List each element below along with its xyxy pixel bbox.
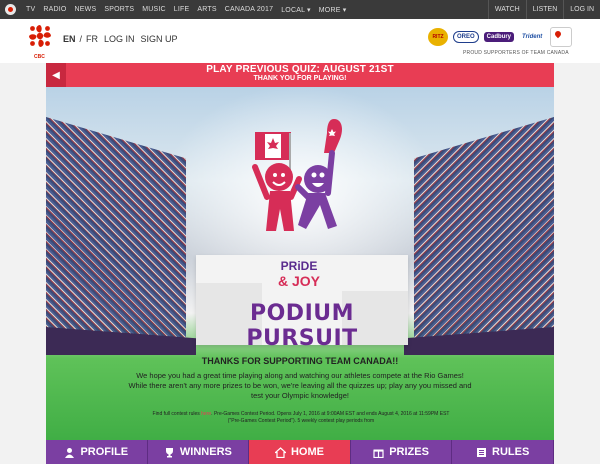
rules-prefix: Find full contest rules [152, 411, 200, 417]
ritz-logo: RITZ [428, 28, 448, 46]
nav-link-tv[interactable]: TV [26, 6, 35, 13]
cbc-gem-icon[interactable] [5, 4, 16, 15]
celebrating-mascots [252, 119, 342, 231]
game-title: PODIUM PURSUIT [246, 301, 358, 351]
tab-home-label: HOME [290, 446, 324, 458]
back-arrow-icon[interactable]: ◀ [46, 63, 66, 87]
lang-en-link[interactable]: EN [63, 34, 76, 44]
auth-links: LOG IN SIGN UP [104, 34, 178, 44]
login-link[interactable]: LOG IN [104, 34, 135, 44]
top-navigation-bar: TV RADIO NEWS SPORTS MUSIC LIFE ARTS CAN… [0, 0, 600, 19]
lang-fr-link[interactable]: FR [86, 34, 98, 44]
nav-link-more[interactable]: MORE ▾ [319, 6, 347, 14]
brand-line-1: PRiDE [280, 259, 318, 273]
top-nav-actions: WATCH LISTEN LOG IN [487, 0, 600, 19]
tab-winners-label: WINNERS [179, 446, 232, 458]
listen-link[interactable]: LISTEN [525, 0, 564, 19]
sponsor-logos: RITZ OREO Cadbury Trident [428, 27, 573, 47]
thank-you-body: We hope you had a great time playing alo… [128, 371, 472, 400]
tab-winners[interactable]: WINNERS [147, 440, 250, 464]
crowd-left [46, 117, 186, 347]
watch-link[interactable]: WATCH [487, 0, 526, 19]
thank-you-heading: THANKS FOR SUPPORTING TEAM CANADA!! [201, 356, 399, 366]
tab-rules-label: RULES [492, 446, 530, 458]
nav-link-music[interactable]: MUSIC [142, 6, 166, 13]
nav-link-local[interactable]: LOCAL ▾ [281, 6, 311, 14]
rules-icon [477, 447, 487, 457]
tab-profile-label: PROFILE [80, 446, 129, 458]
banner-title[interactable]: PLAY PREVIOUS QUIZ: AUGUST 21ST [46, 63, 554, 75]
signup-link[interactable]: SIGN UP [141, 34, 178, 44]
tab-rules[interactable]: RULES [452, 440, 554, 464]
thank-you-message: THANKS FOR SUPPORTING TEAM CANADA!! We h… [126, 356, 474, 401]
nav-link-arts[interactable]: ARTS [197, 6, 216, 13]
trident-logo: Trident [519, 32, 546, 42]
top-nav-links: TV RADIO NEWS SPORTS MUSIC LIFE ARTS CAN… [26, 0, 346, 19]
tab-home[interactable]: HOME [249, 440, 351, 464]
trophy-icon [165, 447, 173, 457]
nav-link-radio[interactable]: RADIO [43, 6, 66, 13]
pride-and-joy-logo: PRiDE & JOY [264, 259, 334, 289]
language-switcher: EN / FR [63, 34, 98, 44]
nav-link-news[interactable]: NEWS [75, 6, 97, 13]
lang-separator: / [79, 34, 83, 44]
previous-quiz-banner[interactable]: ◀ PLAY PREVIOUS QUIZ: AUGUST 21ST THANK … [46, 63, 554, 87]
cbc-logo-icon[interactable] [28, 24, 52, 48]
crowd-right [414, 117, 554, 347]
home-icon [274, 446, 286, 458]
rules-detail: . Pre-Games Contest Period. Opens July 1… [211, 411, 450, 424]
bottom-tab-bar: PROFILE WINNERS HOME PRIZES RULES [46, 440, 554, 464]
cadbury-logo: Cadbury [483, 32, 515, 42]
contest-rules-text: Find full contest rules here. Pre-Games … [146, 411, 456, 425]
nav-link-life[interactable]: LIFE [174, 6, 190, 13]
tab-prizes-label: PRIZES [389, 446, 429, 458]
rules-link[interactable]: here [201, 411, 211, 417]
tab-prizes[interactable]: PRIZES [350, 440, 453, 464]
team-canada-logo-icon [550, 27, 573, 47]
user-icon [65, 447, 75, 458]
game-panel: ◀ PLAY PREVIOUS QUIZ: AUGUST 21ST THANK … [46, 63, 554, 464]
tab-profile[interactable]: PROFILE [46, 440, 148, 464]
cbc-logo-text: CBC [34, 54, 45, 60]
nav-link-canada-2017[interactable]: CANADA 2017 [225, 6, 274, 13]
nav-link-sports[interactable]: SPORTS [104, 6, 134, 13]
oreo-logo: OREO [453, 31, 479, 43]
sponsor-label: PROUD SUPPORTERS OF TEAM CANADA [463, 50, 569, 56]
banner-subtitle: THANK YOU FOR PLAYING! [253, 75, 347, 82]
gift-icon [373, 449, 384, 458]
top-login-link[interactable]: LOG IN [563, 0, 600, 19]
brand-line-2: & JOY [277, 273, 320, 289]
